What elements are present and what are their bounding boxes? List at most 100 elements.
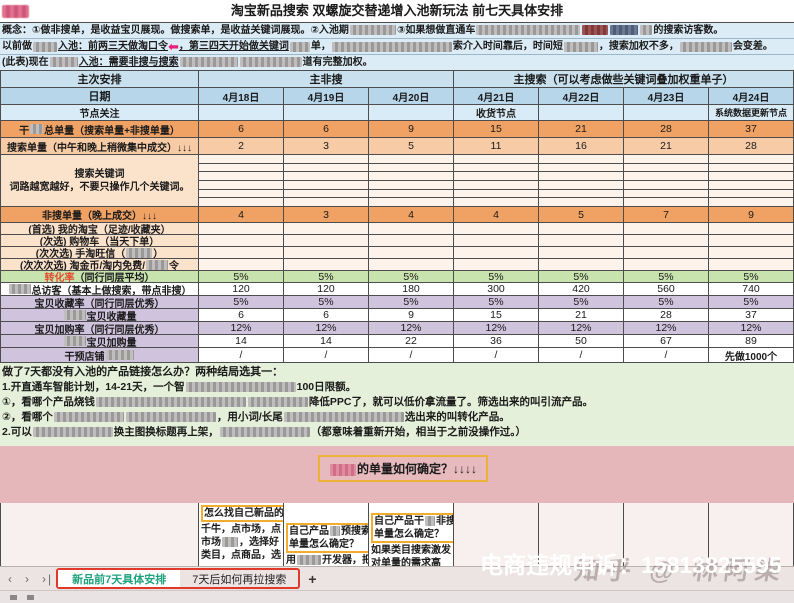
- empty-cell: [454, 190, 539, 199]
- value-cell: 16: [539, 138, 624, 155]
- value-cell: 5%: [284, 296, 369, 309]
- empty-cell: [709, 235, 794, 247]
- header-cell: 主次安排: [1, 71, 199, 88]
- empty-cell: [709, 259, 794, 271]
- header-cell: 日期: [1, 88, 199, 105]
- concept-line-1: 概念：①做非搜单，是收益宝贝展现。做搜索单，是收益关键词展现。②入池期③如果想做…: [0, 23, 794, 39]
- empty-cell: [454, 155, 539, 164]
- empty-cell: [539, 223, 624, 235]
- add-sheet-button[interactable]: +: [308, 571, 316, 587]
- table-row: (次选) 购物车（当天下单）: [1, 235, 794, 247]
- empty-cell: [284, 247, 369, 259]
- sheet-nav-prev[interactable]: ‹: [8, 572, 14, 586]
- keyword-grid: [199, 155, 794, 207]
- empty-cell: [539, 247, 624, 259]
- row-label: 宝贝加购量: [1, 335, 199, 348]
- value-cell: 9: [369, 309, 454, 322]
- value-cell: 15: [454, 121, 539, 138]
- value-cell: 120: [284, 283, 369, 296]
- table-row: 总访客（基本上做搜索，带点非搜） 120 120 180 300 420 560…: [1, 283, 794, 296]
- censored-blur: [30, 124, 43, 134]
- censored-blur: [33, 42, 57, 52]
- value-cell: 21: [539, 121, 624, 138]
- concept-box: 概念：①做非搜单，是收益宝贝展现。做搜索单，是收益关键词展现。②入池期③如果想做…: [0, 22, 794, 71]
- table-row: 非搜单量（晚上成交）↓↓↓ 4 3 4 4 5 7 9: [1, 207, 794, 223]
- value-cell: [199, 105, 284, 121]
- empty-cell: [539, 198, 624, 207]
- censored-blur: [350, 25, 396, 35]
- sheet-nav-last[interactable]: ›|: [42, 572, 53, 586]
- table-row: 搜索关键词 词路越宽越好，不要只操作几个关键词。: [1, 155, 794, 207]
- value-cell: 3: [284, 207, 369, 223]
- censored-blur: [582, 25, 608, 35]
- value-cell: /: [454, 348, 539, 363]
- value-cell: 5%: [539, 296, 624, 309]
- empty-cell: [709, 247, 794, 259]
- value-cell: 6: [199, 121, 284, 138]
- empty-cells: [199, 259, 794, 271]
- spreadsheet-page: 淘宝新品搜索 双螺旋交替递增入池新玩法 前七天具体安排 概念：①做非搜单，是收益…: [0, 0, 794, 600]
- tab-next-sheet[interactable]: 7天后如何再拉搜索: [180, 570, 298, 587]
- empty-cell: [709, 223, 794, 235]
- value-cell: [369, 105, 454, 121]
- empty-cell: [624, 164, 709, 173]
- censored-blur: [297, 555, 321, 565]
- row-label: 干预店铺: [1, 348, 199, 363]
- value-cell: 5%: [284, 271, 369, 283]
- value-cell: 12%: [709, 322, 794, 335]
- censored-blur: [126, 248, 152, 258]
- value-cell: 2: [199, 138, 284, 155]
- empty-cell: [454, 198, 539, 207]
- table-row: 宝贝收藏率（同行同层优秀） 5% 5% 5% 5% 5% 5% 5%: [1, 296, 794, 309]
- table-row: (首选) 我的淘宝（足迹/收藏夹）: [1, 223, 794, 235]
- value-cell: /: [539, 348, 624, 363]
- empty-cell: [624, 190, 709, 199]
- value-cell: 560: [624, 283, 709, 296]
- value-cell: 67: [624, 335, 709, 348]
- empty-cell: [369, 247, 454, 259]
- value-cell: 28: [624, 309, 709, 322]
- empty-cell: [284, 155, 369, 164]
- value-cell: 5%: [624, 271, 709, 283]
- left-arrow-icon: ⬅: [168, 39, 179, 54]
- row-label: 宝贝收藏率（同行同层优秀）: [1, 296, 199, 309]
- empty-cell: [454, 164, 539, 173]
- value-cell: 15: [454, 309, 539, 322]
- empty-cell: [624, 235, 709, 247]
- value-cell: [539, 105, 624, 121]
- censored-blur: [290, 42, 310, 52]
- competitor-note-cell: 怎么找自己新品的竞品？ 千牛，点市场，点 市场，选择好 类目，点商品，选: [199, 503, 284, 566]
- value-cell: 5%: [709, 296, 794, 309]
- empty-cell: [199, 198, 284, 207]
- empty-cell: [369, 190, 454, 199]
- tab-current-sheet[interactable]: 新品前7天具体安排: [58, 570, 180, 587]
- empty-cell: [539, 155, 624, 164]
- concept-line-3: (此表)现在入池：需要非搜与搜索道有完整加权。: [0, 55, 794, 70]
- table-row: 节点关注 收货节点 系统数据更新节点: [1, 105, 794, 121]
- concept-line-2: 以前做入池：前两三天做淘口令⬅，第三四天开始做关键词单，索介入时间靠后，时间短，…: [0, 39, 794, 55]
- row-label: 非搜单量（晚上成交）↓↓↓: [1, 207, 199, 223]
- empty-cell: [369, 235, 454, 247]
- empty-cell: [454, 235, 539, 247]
- censored-blur: [330, 464, 356, 476]
- censored-blur: [610, 25, 638, 35]
- table-row: 主次安排 主非搜 主搜索（可以考虑做些关键词叠加权重单子）: [1, 71, 794, 88]
- value-cell: /: [624, 348, 709, 363]
- value-cell: 6: [284, 309, 369, 322]
- empty-cells: [199, 247, 794, 259]
- empty-cell: [624, 223, 709, 235]
- sheet-nav-next[interactable]: ›: [25, 572, 31, 586]
- empty-cell: [624, 155, 709, 164]
- censored-blur: [146, 260, 168, 270]
- censored-blur: [222, 537, 238, 547]
- empty-cell: [284, 235, 369, 247]
- censored-blur: [640, 25, 652, 35]
- watermark-phone: 电商违规申诉：15813825595: [480, 546, 782, 580]
- empty-cell: [369, 181, 454, 190]
- value-cell: 14: [199, 335, 284, 348]
- value-cell: 89: [709, 335, 794, 348]
- value-cell: 4: [369, 207, 454, 223]
- table-row: (次次选) 手淘旺信（）: [1, 247, 794, 259]
- date-cell: 4月20日: [369, 88, 454, 105]
- table-row: 干总单量（搜索单量+非搜单量） 6 6 9 15 21 28 37: [1, 121, 794, 138]
